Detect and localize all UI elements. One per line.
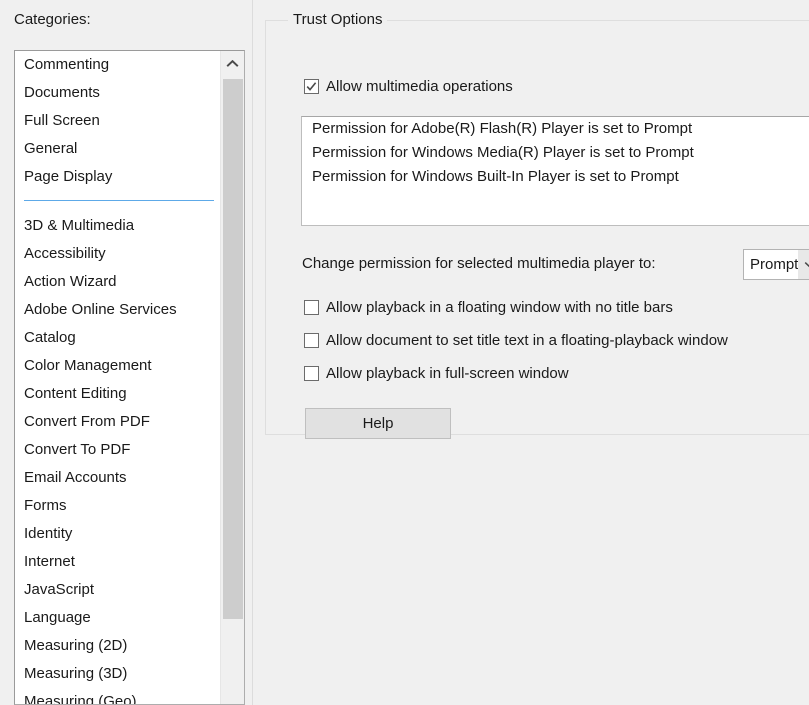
checkbox-box[interactable]: [304, 300, 319, 315]
change-permission-row: Change permission for selected multimedi…: [302, 249, 809, 281]
permission-list-item[interactable]: Permission for Windows Built-In Player i…: [302, 165, 809, 189]
allow-title-text-checkbox[interactable]: Allow document to set title text in a fl…: [304, 332, 728, 349]
sidebar-item-commenting[interactable]: Commenting: [15, 51, 221, 79]
allow-fullscreen-playback-label: Allow playback in full-screen window: [326, 365, 569, 382]
checkbox-box[interactable]: [304, 79, 319, 94]
help-button[interactable]: Help: [305, 408, 451, 439]
sidebar-item-general[interactable]: General: [15, 135, 221, 163]
allow-title-text-label: Allow document to set title text in a fl…: [326, 332, 728, 349]
sidebar-item-catalog[interactable]: Catalog: [15, 324, 221, 352]
trust-options-groupbox: Trust Options Allow multimedia operation…: [265, 11, 809, 439]
sidebar-item-internet[interactable]: Internet: [15, 548, 221, 576]
sidebar-item-action-wizard[interactable]: Action Wizard: [15, 268, 221, 296]
sidebar-item-accessibility[interactable]: Accessibility: [15, 240, 221, 268]
sidebar-item-identity[interactable]: Identity: [15, 520, 221, 548]
allow-fullscreen-playback-checkbox[interactable]: Allow playback in full-screen window: [304, 365, 569, 382]
permission-dropdown-value[interactable]: Prompt: [744, 250, 799, 279]
sidebar-item-color-management[interactable]: Color Management: [15, 352, 221, 380]
scroll-up-button[interactable]: [221, 51, 244, 77]
sidebar-item-measuring-2d[interactable]: Measuring (2D): [15, 632, 221, 660]
allow-floating-window-label: Allow playback in a floating window with…: [326, 299, 673, 316]
sidebar-item-content-editing[interactable]: Content Editing: [15, 380, 221, 408]
sidebar-item-measuring-3d[interactable]: Measuring (3D): [15, 660, 221, 688]
permission-listbox[interactable]: Permission for Adobe(R) Flash(R) Player …: [301, 116, 809, 226]
sidebar-item-measuring-geo[interactable]: Measuring (Geo): [15, 688, 221, 704]
allow-multimedia-operations-checkbox[interactable]: Allow multimedia operations: [304, 78, 513, 95]
trust-options-title: Trust Options: [288, 11, 388, 28]
sidebar-item-javascript[interactable]: JavaScript: [15, 576, 221, 604]
chevron-down-icon[interactable]: [798, 250, 809, 279]
chevron-up-icon: [226, 60, 239, 68]
permission-dropdown[interactable]: Prompt: [743, 249, 809, 280]
sidebar-item-convert-from-pdf[interactable]: Convert From PDF: [15, 408, 221, 436]
checkbox-box[interactable]: [304, 366, 319, 381]
permission-list-item[interactable]: Permission for Adobe(R) Flash(R) Player …: [302, 117, 809, 141]
sidebar-item-adobe-online-services[interactable]: Adobe Online Services: [15, 296, 221, 324]
sidebar-item-3d-multimedia[interactable]: 3D & Multimedia: [15, 212, 221, 240]
sidebar-item-language[interactable]: Language: [15, 604, 221, 632]
categories-pane: Categories: Commenting Documents Full Scre…: [0, 0, 252, 705]
categories-label: Categories:: [14, 11, 91, 28]
allow-multimedia-operations-label: Allow multimedia operations: [326, 78, 513, 95]
category-scrollbar[interactable]: [220, 51, 244, 704]
checkbox-box[interactable]: [304, 333, 319, 348]
allow-floating-window-checkbox[interactable]: Allow playback in a floating window with…: [304, 299, 673, 316]
category-separator: [15, 191, 221, 212]
scrollbar-thumb[interactable]: [223, 79, 243, 619]
sidebar-item-documents[interactable]: Documents: [15, 79, 221, 107]
sidebar-item-page-display[interactable]: Page Display: [15, 163, 221, 191]
sidebar-item-convert-to-pdf[interactable]: Convert To PDF: [15, 436, 221, 464]
sidebar-item-email-accounts[interactable]: Email Accounts: [15, 464, 221, 492]
category-listbox[interactable]: Commenting Documents Full Screen General Pag…: [14, 50, 245, 705]
permission-list-item[interactable]: Permission for Windows Media(R) Player i…: [302, 141, 809, 165]
change-permission-label: Change permission for selected multimedi…: [302, 255, 656, 272]
category-list-items: Commenting Documents Full Screen General Pag…: [15, 51, 221, 704]
sidebar-item-full-screen[interactable]: Full Screen: [15, 107, 221, 135]
sidebar-item-forms[interactable]: Forms: [15, 492, 221, 520]
trust-options-pane: Trust Options Allow multimedia operation…: [253, 0, 809, 705]
